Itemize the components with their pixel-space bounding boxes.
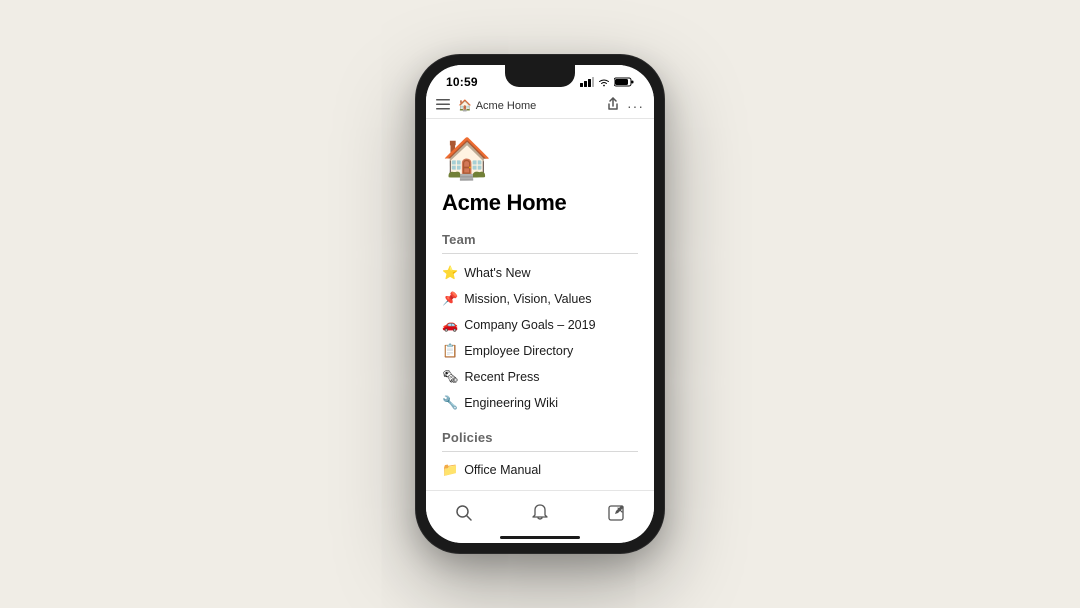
team-divider xyxy=(442,253,638,254)
tab-emoji: 🏠 xyxy=(458,99,472,112)
more-icon[interactable]: ··· xyxy=(627,98,644,114)
list-item[interactable]: 🗞 Recent Press xyxy=(442,364,638,390)
item-text: Employee Directory xyxy=(464,344,573,358)
policies-divider xyxy=(442,451,638,452)
battery-icon xyxy=(614,77,634,87)
search-nav-button[interactable] xyxy=(444,499,484,527)
page-title: Acme Home xyxy=(442,190,638,216)
phone-screen: 10:59 xyxy=(426,65,654,543)
item-text: Mission, Vision, Values xyxy=(464,292,591,306)
policies-section-label: Policies xyxy=(442,430,638,445)
item-emoji: 🔧 xyxy=(442,395,458,411)
hamburger-icon[interactable] xyxy=(436,99,450,112)
browser-bar: 🏠 Acme Home ··· xyxy=(426,93,654,119)
item-text: Engineering Wiki xyxy=(464,396,558,410)
phone-frame: 10:59 xyxy=(416,55,664,553)
wifi-icon xyxy=(598,78,610,87)
list-item[interactable]: 📋 Employee Directory xyxy=(442,338,638,364)
item-text: What's New xyxy=(464,266,530,280)
bell-icon xyxy=(532,504,548,522)
list-item[interactable]: 🚗 Company Goals – 2019 xyxy=(442,312,638,338)
item-emoji: 📁 xyxy=(442,462,458,478)
browser-actions: ··· xyxy=(607,97,644,114)
browser-tab[interactable]: 🏠 Acme Home xyxy=(458,99,599,112)
item-emoji: 🚗 xyxy=(442,317,458,333)
search-icon xyxy=(455,504,473,522)
list-item[interactable]: 📁 Office Manual xyxy=(442,457,638,483)
item-emoji: 📌 xyxy=(442,291,458,307)
list-item[interactable]: 🚕 Vacation Policy xyxy=(442,483,638,490)
item-emoji: 🗞 xyxy=(442,369,459,385)
item-text: Recent Press xyxy=(465,370,540,384)
status-icons xyxy=(580,77,634,87)
team-section-label: Team xyxy=(442,232,638,247)
item-text: Company Goals – 2019 xyxy=(464,318,595,332)
status-time: 10:59 xyxy=(446,75,478,89)
compose-nav-button[interactable] xyxy=(596,499,636,527)
page-content: 🏠 Acme Home Team ⭐ What's New 📌 Mission,… xyxy=(426,119,654,490)
list-item[interactable]: 🔧 Engineering Wiki xyxy=(442,390,638,416)
bell-nav-button[interactable] xyxy=(520,499,560,527)
item-emoji: ⭐ xyxy=(442,265,458,281)
tab-title: Acme Home xyxy=(476,100,537,112)
notch xyxy=(505,65,575,87)
item-text: Office Manual xyxy=(464,463,541,477)
list-item[interactable]: ⭐ What's New xyxy=(442,260,638,286)
home-indicator xyxy=(500,536,580,539)
compose-icon xyxy=(607,504,625,522)
item-emoji: 📋 xyxy=(442,343,458,359)
share-icon[interactable] xyxy=(607,97,619,114)
policies-section: Policies 📁 Office Manual 🚕 Vacation Poli… xyxy=(442,430,638,491)
signal-icon xyxy=(580,77,594,87)
team-section: Team ⭐ What's New 📌 Mission, Vision, Val… xyxy=(442,232,638,416)
page-emoji: 🏠 xyxy=(442,135,638,182)
list-item[interactable]: 📌 Mission, Vision, Values xyxy=(442,286,638,312)
